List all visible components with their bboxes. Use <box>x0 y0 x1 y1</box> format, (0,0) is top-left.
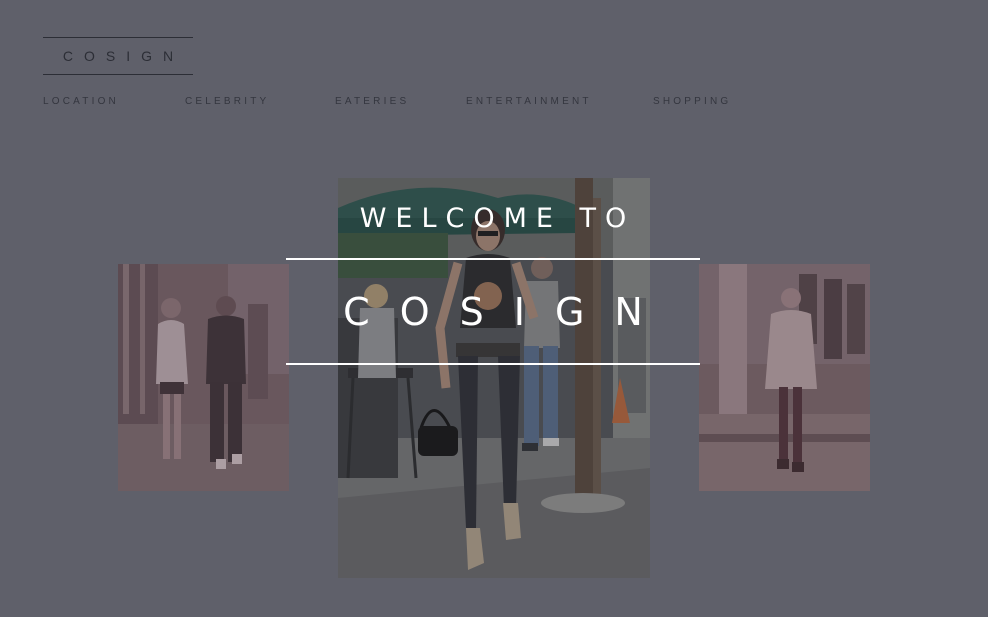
page: COSIGN LOCATION CELEBRITY EATERIES ENTER… <box>0 0 988 617</box>
featured-celebrity-photo[interactable] <box>338 178 650 578</box>
hero-welcome-text: WELCOME TO <box>359 203 636 234</box>
hero-divider-bottom <box>286 363 700 365</box>
nav-item-entertainment[interactable]: ENTERTAINMENT <box>466 96 592 107</box>
nav-item-shopping[interactable]: SHOPPING <box>653 96 731 107</box>
street-photo-left-image <box>118 264 289 491</box>
carousel-photo-right[interactable] <box>699 264 870 491</box>
nav-item-celebrity[interactable]: CELEBRITY <box>185 96 269 107</box>
hero-divider-top <box>286 258 700 260</box>
nav-item-eateries[interactable]: EATERIES <box>335 96 409 107</box>
carousel-photo-left[interactable] <box>118 264 289 491</box>
site-logo[interactable]: COSIGN <box>43 37 193 75</box>
street-photo-right-image <box>699 264 870 491</box>
site-logo-text: COSIGN <box>62 48 185 64</box>
hero-brand-text: COSIGN <box>343 290 673 334</box>
featured-street-photo-image <box>338 178 650 578</box>
nav-item-location[interactable]: LOCATION <box>43 96 119 107</box>
